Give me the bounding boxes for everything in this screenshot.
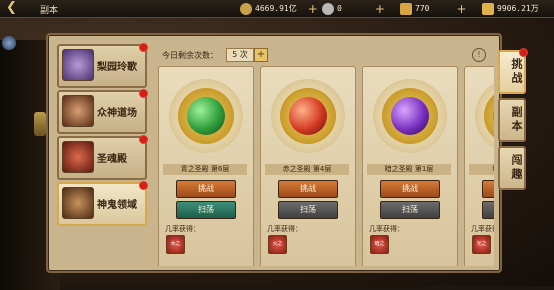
top-bar: ❮ 副本 4669.91亿 + 0 + 770 + 9906.21万: [0, 0, 554, 18]
resource-silver: 0 +: [322, 1, 385, 16]
resource-gold: 4669.91亿 +: [240, 1, 318, 16]
resource-scroll: 770 +: [400, 1, 467, 16]
tab-challenge[interactable]: 挑战: [498, 48, 528, 94]
sweep-button[interactable]: 扫荡: [482, 201, 494, 219]
notification-dot: [139, 181, 148, 190]
dungeon-name: 赤之圣殿 第4层: [265, 164, 349, 175]
resource-ingot: 9906.21万: [482, 1, 539, 16]
add-gold-button[interactable]: +: [308, 2, 318, 16]
resource-scroll-value: 770: [415, 4, 430, 13]
tab-dungeon[interactable]: 副本: [498, 98, 526, 142]
page-title: 副本: [40, 6, 59, 16]
compass-decoration: [2, 36, 16, 50]
dungeon-card-blue: 明之圣殿 第 挑战 扫荡 几率获得： 光之: [464, 66, 494, 266]
sweep-button[interactable]: 扫荡: [380, 201, 440, 219]
liyuan-portrait: [62, 49, 94, 81]
sidebar-item-zhongshen[interactable]: 众神道场: [57, 89, 148, 134]
sidebar-item-liyuan[interactable]: 梨园玲歌: [57, 43, 148, 88]
dungeon-card-green: 青之圣殿 第6层 挑战 扫荡 几率获得： 木之: [158, 66, 254, 266]
dungeon-name: 暗之圣殿 第1层: [367, 164, 451, 175]
add-count-button[interactable]: +: [254, 48, 268, 62]
right-tab-bar: 挑战 副本 闯趣: [498, 48, 528, 194]
back-button[interactable]: ❮: [6, 1, 20, 15]
remaining-count-value: 5 次: [226, 48, 254, 62]
zhongshen-portrait: [62, 95, 94, 127]
notification-dot: [139, 89, 148, 98]
sidebar-item-label: 神鬼领域: [97, 200, 137, 211]
sidebar: 梨园玲歌 众神道场 圣魂殿 神鬼领域: [52, 43, 152, 228]
resource-silver-value: 0: [337, 4, 342, 13]
add-silver-button[interactable]: +: [375, 2, 385, 16]
lantern-decoration: [34, 112, 46, 136]
drop-item[interactable]: 木之: [166, 235, 185, 254]
drop-item[interactable]: 火之: [268, 235, 287, 254]
dungeon-card-red: 赤之圣殿 第4层 挑战 扫荡 几率获得： 火之: [260, 66, 356, 266]
shengui-portrait: [62, 187, 94, 219]
challenge-button[interactable]: 挑战: [278, 180, 338, 198]
tab-fun[interactable]: 闯趣: [498, 146, 526, 190]
drop-label: 几率获得：: [471, 225, 494, 233]
green-orb-icon: [187, 97, 225, 135]
shenghun-portrait: [62, 141, 94, 173]
notification-dot: [519, 48, 528, 57]
coin-icon: [240, 2, 252, 15]
add-scroll-button[interactable]: +: [456, 2, 466, 16]
remaining-count-label: 今日剩余次数：: [162, 51, 218, 60]
notification-dot: [139, 135, 148, 144]
tab-label: 挑战: [510, 58, 523, 86]
sidebar-item-label: 梨园玲歌: [97, 62, 137, 73]
red-orb-icon: [289, 97, 327, 135]
drop-label: 几率获得：: [165, 225, 200, 233]
sweep-button[interactable]: 扫荡: [176, 201, 236, 219]
purple-orb-icon: [391, 97, 429, 135]
tab-label: 副本: [510, 106, 523, 134]
dungeon-card-list: 青之圣殿 第6层 挑战 扫荡 几率获得： 木之 赤之圣殿 第4层 挑战 扫荡 几…: [158, 66, 494, 266]
sidebar-item-label: 众神道场: [97, 108, 137, 119]
resource-ingot-value: 9906.21万: [497, 4, 539, 13]
dungeon-name: 明之圣殿 第: [469, 164, 494, 175]
drop-label: 几率获得：: [267, 225, 302, 233]
challenge-button[interactable]: 挑战: [176, 180, 236, 198]
info-button[interactable]: !: [472, 48, 486, 62]
sidebar-item-label: 圣魂殿: [97, 154, 127, 165]
dungeon-name: 青之圣殿 第6层: [163, 164, 247, 175]
drop-item[interactable]: 暗之: [370, 235, 389, 254]
notification-dot: [139, 43, 148, 52]
sidebar-item-shenghun[interactable]: 圣魂殿: [57, 135, 148, 180]
sweep-button[interactable]: 扫荡: [278, 201, 338, 219]
resource-gold-value: 4669.91亿: [255, 4, 297, 13]
drop-label: 几率获得：: [369, 225, 404, 233]
drop-item[interactable]: 光之: [472, 235, 491, 254]
dungeon-card-purple: 暗之圣殿 第1层 挑战 扫荡 几率获得： 暗之: [362, 66, 458, 266]
challenge-button[interactable]: 挑战: [482, 180, 494, 198]
silver-icon: [322, 2, 334, 15]
sidebar-item-shengui[interactable]: 神鬼领域: [57, 181, 148, 226]
scroll-icon: [400, 2, 412, 15]
ingot-icon: [482, 2, 494, 15]
tab-label: 闯趣: [510, 154, 523, 182]
challenge-button[interactable]: 挑战: [380, 180, 440, 198]
